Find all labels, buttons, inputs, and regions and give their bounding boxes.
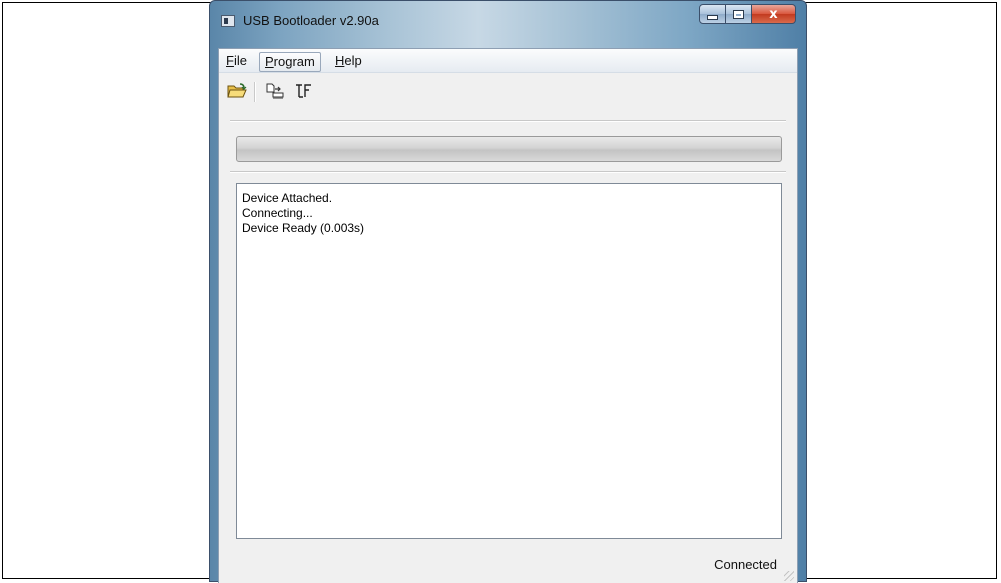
minimize-button[interactable] (699, 4, 726, 24)
menu-file[interactable]: File (221, 52, 252, 70)
reset-device-icon (296, 84, 311, 98)
log-output[interactable]: Device Attached. Connecting... Device Re… (236, 183, 782, 539)
open-folder-icon (227, 83, 247, 98)
menu-help[interactable]: Help (330, 52, 367, 70)
close-icon: x (769, 6, 778, 22)
log-line: Device Attached. (242, 191, 333, 205)
window-title: USB Bootloader v2.90a (243, 13, 379, 28)
maximize-button[interactable] (726, 4, 752, 24)
menu-program[interactable]: Program (259, 52, 321, 72)
app-window: USB Bootloader v2.90a x File Program Hel… (209, 0, 807, 583)
resize-grip[interactable] (784, 571, 794, 581)
open-button[interactable] (225, 80, 249, 102)
app-icon (221, 15, 235, 27)
menu-bar: File Program Help (219, 49, 797, 73)
reset-device-button[interactable] (292, 80, 316, 102)
minimize-icon (707, 15, 718, 20)
close-button[interactable]: x (752, 4, 796, 24)
status-text: Connected (714, 557, 777, 572)
progress-bar (236, 136, 782, 162)
write-device-button[interactable] (264, 80, 288, 102)
log-line: Connecting... (242, 206, 313, 220)
title-bar[interactable]: USB Bootloader v2.90a x (210, 1, 806, 41)
progress-divider (230, 171, 786, 173)
toolbar-separator (254, 82, 256, 102)
log-line: Device Ready (0.003s) (242, 221, 365, 235)
toolbar (219, 73, 797, 109)
maximize-icon (733, 9, 744, 19)
write-device-icon (266, 83, 284, 99)
toolbar-divider (230, 120, 786, 122)
client-area: File Program Help Device Attached. Conne… (218, 48, 798, 583)
